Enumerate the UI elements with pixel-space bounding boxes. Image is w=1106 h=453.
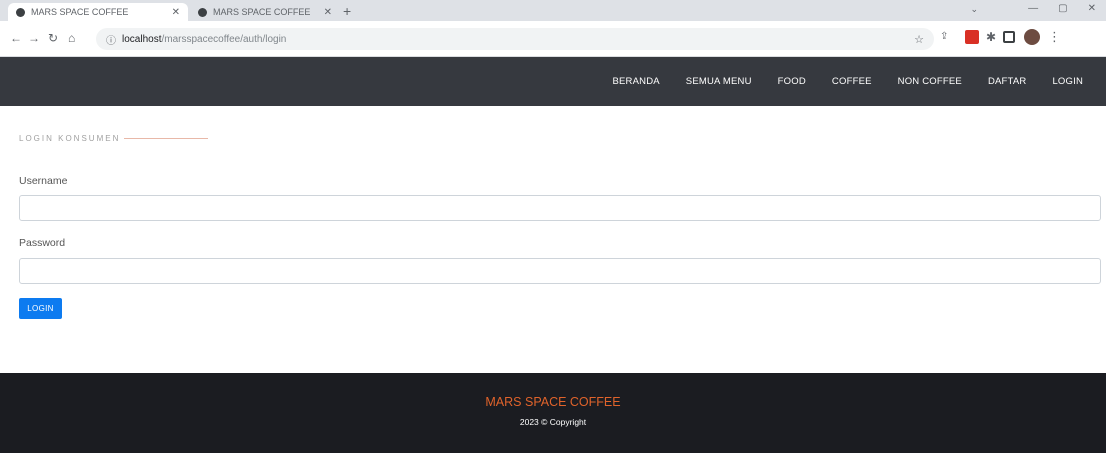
site-favicon-icon <box>198 7 207 17</box>
footer-brand: MARS SPACE COFFEE <box>485 395 621 409</box>
browser-toolbar: ← → ↻ ⌂ ⓘ localhost /marsspacecoffee/aut… <box>0 21 1106 57</box>
share-icon[interactable]: ⇪ <box>940 30 954 44</box>
tab-title: MARS SPACE COFFEE <box>31 7 129 17</box>
forward-icon[interactable]: → <box>28 31 40 45</box>
reload-icon[interactable]: ↻ <box>48 31 58 45</box>
nav-item-non-coffee[interactable]: NON COFFEE <box>885 76 975 87</box>
maximize-window-icon[interactable]: ▢ <box>1058 3 1067 14</box>
section-title: LOGIN KONSUMEN <box>19 134 209 143</box>
minimize-window-icon[interactable]: — <box>1028 3 1038 14</box>
profile-avatar[interactable] <box>1024 29 1040 45</box>
site-footer: MARS SPACE COFFEE 2023 © Copyright <box>0 373 1106 453</box>
browser-tab-1[interactable]: MARS SPACE COFFEE ✕ <box>8 3 188 21</box>
nav-item-login[interactable]: LOGIN <box>1039 76 1096 87</box>
reading-list-icon[interactable] <box>1003 31 1015 43</box>
site-navbar: BERANDA SEMUA MENU FOOD COFFEE NON COFFE… <box>0 57 1106 106</box>
home-icon[interactable]: ⌂ <box>68 31 75 45</box>
close-tab-icon[interactable]: ✕ <box>324 7 332 18</box>
address-bar[interactable]: ⓘ localhost /marsspacecoffee/auth/login … <box>96 28 934 50</box>
nav-menu: BERANDA SEMUA MENU FOOD COFFEE NON COFFE… <box>599 57 1096 106</box>
section-title-underline <box>124 138 209 139</box>
username-input[interactable] <box>19 195 1101 221</box>
tab-title: MARS SPACE COFFEE <box>213 7 311 17</box>
nav-item-daftar[interactable]: DAFTAR <box>975 76 1040 87</box>
back-icon[interactable]: ← <box>10 31 22 45</box>
nav-item-coffee[interactable]: COFFEE <box>819 76 885 87</box>
browser-tab-2[interactable]: MARS SPACE COFFEE ✕ <box>190 3 340 21</box>
close-tab-icon[interactable]: ✕ <box>172 7 180 18</box>
nav-item-food[interactable]: FOOD <box>765 76 819 87</box>
login-button[interactable]: LOGIN <box>19 298 62 319</box>
nav-item-semua-menu[interactable]: SEMUA MENU <box>673 76 765 87</box>
browser-menu-icon[interactable]: ⋮ <box>1048 30 1062 44</box>
url-path: /marsspacecoffee/auth/login <box>161 33 287 45</box>
tab-search-dropdown-icon[interactable]: ⌄ <box>970 4 978 15</box>
site-favicon-icon <box>16 7 25 17</box>
password-label: Password <box>19 237 66 249</box>
footer-copyright: 2023 © Copyright <box>519 417 587 427</box>
url-host: localhost <box>122 33 162 45</box>
bookmark-star-icon[interactable]: ☆ <box>914 33 924 46</box>
section-title-text: LOGIN KONSUMEN <box>19 134 121 143</box>
nav-item-beranda[interactable]: BERANDA <box>599 76 672 87</box>
site-info-icon[interactable]: ⓘ <box>106 32 116 47</box>
new-tab-icon[interactable]: + <box>343 3 351 19</box>
username-label: Username <box>19 175 68 187</box>
browser-tab-strip: MARS SPACE COFFEE ✕ MARS SPACE COFFEE ✕ … <box>0 0 1106 21</box>
password-input[interactable] <box>19 258 1101 284</box>
close-window-icon[interactable]: ✕ <box>1088 3 1096 14</box>
extension-red-icon[interactable] <box>965 30 979 44</box>
extensions-puzzle-icon[interactable]: ✱ <box>984 30 998 44</box>
